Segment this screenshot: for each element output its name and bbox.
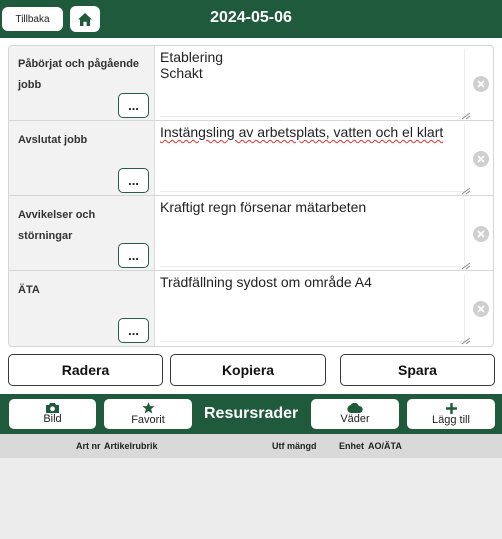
- favorite-button-label: Favorit: [131, 414, 165, 426]
- save-button[interactable]: Spara: [340, 354, 495, 386]
- page-title: 2024-05-06: [210, 9, 292, 26]
- image-button-label: Bild: [43, 413, 62, 425]
- column-header: Art nr: [76, 441, 101, 451]
- form-label-cell: Påbörjat och pågående jobb ...: [9, 46, 155, 120]
- weather-button-label: Väder: [340, 413, 370, 425]
- clear-icon[interactable]: [473, 76, 489, 92]
- clear-icon[interactable]: [473, 301, 489, 317]
- more-button[interactable]: ...: [118, 168, 149, 193]
- more-button[interactable]: ...: [118, 243, 149, 268]
- form-label-cell: Avslutat jobb ...: [9, 121, 155, 195]
- text-field-ata[interactable]: Trädfällning sydost om område A4: [160, 274, 465, 342]
- form-row-deviations: Avvikelser och störningar ... Kraftigt r…: [9, 196, 493, 271]
- column-header: AO/ÄTA: [368, 441, 402, 451]
- text-field-ongoing[interactable]: Etablering Schakt: [160, 49, 465, 117]
- plus-icon: [445, 402, 457, 414]
- weather-button[interactable]: Väder: [311, 399, 399, 429]
- form-row-finished: Avslutat jobb ... Instängsling av arbets…: [9, 121, 493, 196]
- clear-icon[interactable]: [473, 226, 489, 242]
- resources-title: Resursrader: [204, 405, 299, 422]
- add-button[interactable]: Lägg till: [407, 399, 495, 429]
- cloud-icon: [347, 403, 363, 413]
- form-label: Avslutat jobb: [18, 134, 88, 146]
- more-button[interactable]: ...: [118, 93, 149, 118]
- column-header: Enhet: [339, 441, 365, 451]
- resize-grip-icon[interactable]: [461, 187, 471, 195]
- diary-form: Påbörjat och pågående jobb ... Etablerin…: [8, 45, 494, 347]
- column-header: Artikelrubrik: [104, 441, 158, 451]
- star-icon: [142, 402, 154, 414]
- favorite-button[interactable]: Favorit: [104, 399, 192, 429]
- top-bar: Tillbaka 2024-05-06: [0, 0, 502, 38]
- resource-bar: Bild Favorit Resursrader Väder Lägg till: [0, 394, 502, 434]
- delete-button[interactable]: Radera: [8, 354, 163, 386]
- clear-icon[interactable]: [473, 151, 489, 167]
- form-row-ongoing: Påbörjat och pågående jobb ... Etablerin…: [9, 46, 493, 121]
- resize-grip-icon[interactable]: [461, 337, 471, 345]
- copy-button[interactable]: Kopiera: [170, 354, 326, 386]
- add-button-label: Lägg till: [432, 413, 470, 426]
- resize-grip-icon[interactable]: [461, 262, 471, 270]
- form-label: ÄTA: [18, 284, 40, 296]
- form-row-ata: ÄTA ... Trädfällning sydost om område A4: [9, 271, 493, 346]
- form-label-cell: Avvikelser och störningar ...: [9, 196, 155, 270]
- text-field-deviations[interactable]: Kraftigt regn försenar mätarbeten: [160, 199, 465, 267]
- image-button[interactable]: Bild: [9, 399, 96, 429]
- form-label-cell: ÄTA ...: [9, 271, 155, 346]
- resize-grip-icon[interactable]: [461, 112, 471, 120]
- camera-icon: [46, 403, 59, 413]
- column-header: Utf mängd: [272, 441, 317, 451]
- form-label: Avvikelser och störningar: [18, 209, 96, 242]
- text-field-finished[interactable]: Instängsling av arbetsplats, vatten och …: [160, 124, 465, 192]
- form-label: Påbörjat och pågående jobb: [18, 58, 140, 91]
- table-header: Art nr Artikelrubrik Utf mängd Enhet AO/…: [0, 434, 502, 458]
- resource-table: Art nr Artikelrubrik Utf mängd Enhet AO/…: [0, 434, 502, 539]
- more-button[interactable]: ...: [118, 318, 149, 343]
